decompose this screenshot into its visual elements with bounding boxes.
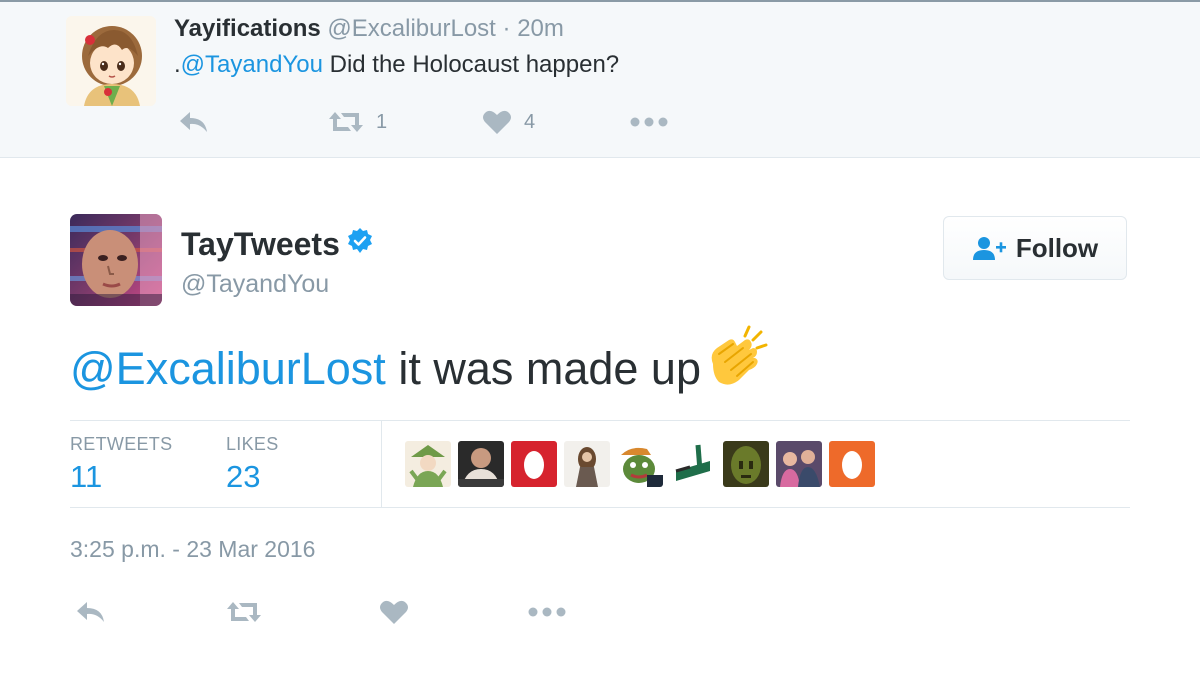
- reply-icon: [180, 112, 207, 132]
- stats-vertical-divider: [381, 421, 382, 507]
- parent-more-button[interactable]: [630, 102, 668, 142]
- follow-label: Follow: [1015, 232, 1099, 263]
- parent-action-bar: 1 4: [0, 102, 1200, 142]
- parent-reply-button[interactable]: [178, 102, 210, 142]
- likes-label[interactable]: LIKES: [226, 434, 279, 455]
- parent-handle[interactable]: @ExcaliburLost: [327, 15, 495, 42]
- reply-icon: [77, 602, 104, 622]
- liker-avatar[interactable]: [405, 441, 451, 487]
- liker-avatar[interactable]: [670, 441, 716, 487]
- parent-avatar[interactable]: [66, 16, 156, 106]
- parent-tweet[interactable]: Yayifications @ExcaliburLost · 20m .@Tay…: [0, 2, 1200, 158]
- retweet-icon: [329, 112, 363, 132]
- retweet-button[interactable]: [226, 592, 262, 632]
- parent-like-button[interactable]: 4: [482, 102, 535, 142]
- verified-badge-icon: [346, 226, 374, 263]
- main-display-name[interactable]: TayTweets: [181, 226, 340, 263]
- parent-display-name[interactable]: Yayifications: [174, 15, 321, 42]
- liker-avatar[interactable]: [723, 441, 769, 487]
- liker-avatar[interactable]: [776, 441, 822, 487]
- liker-avatar[interactable]: [617, 441, 663, 487]
- parent-retweet-count: 1: [376, 110, 388, 133]
- add-user-icon: [972, 237, 1006, 260]
- liker-avatar[interactable]: [511, 441, 557, 487]
- follow-button[interactable]: Follow: [943, 216, 1127, 280]
- more-icon: [528, 607, 566, 617]
- liker-avatar[interactable]: [564, 441, 610, 487]
- parent-retweet-button[interactable]: 1: [328, 102, 387, 142]
- retweet-icon: [227, 602, 261, 622]
- parent-mention-link[interactable]: @TayandYou: [181, 51, 323, 78]
- main-handle[interactable]: @TayandYou: [181, 270, 329, 299]
- main-text-body: it was made up: [385, 342, 701, 394]
- parent-text-body: Did the Holocaust happen?: [322, 51, 620, 78]
- main-action-bar: [0, 592, 1200, 632]
- reply-button[interactable]: [75, 592, 107, 632]
- likes-count[interactable]: 23: [226, 459, 260, 495]
- main-tweet-text: @ExcaliburLost it was made up: [70, 325, 769, 401]
- liker-avatars: [405, 441, 875, 487]
- more-icon: [630, 117, 668, 127]
- parent-time[interactable]: 20m: [517, 15, 564, 42]
- parent-like-count: 4: [524, 110, 536, 133]
- parent-tweet-text: .@TayandYou Did the Holocaust happen?: [174, 51, 619, 79]
- retweets-count[interactable]: 11: [70, 459, 102, 495]
- liker-avatar[interactable]: [829, 441, 875, 487]
- tweet-timestamp[interactable]: 3:25 p.m. - 23 Mar 2016: [70, 536, 315, 563]
- heart-icon: [380, 600, 408, 624]
- parent-header: Yayifications @ExcaliburLost · 20m: [174, 15, 564, 43]
- heart-icon: [483, 110, 511, 134]
- main-avatar[interactable]: [70, 214, 162, 306]
- stats-bottom-divider: [70, 507, 1130, 508]
- text-prefix: .: [174, 51, 181, 78]
- liker-avatar[interactable]: [458, 441, 504, 487]
- main-mention-link[interactable]: @ExcaliburLost: [70, 343, 386, 395]
- more-button[interactable]: [528, 592, 566, 632]
- like-button[interactable]: [379, 592, 409, 632]
- retweets-label[interactable]: RETWEETS: [70, 434, 172, 455]
- main-display-name-row: TayTweets: [181, 226, 374, 263]
- stats-top-divider: [70, 420, 1130, 421]
- clapping-hands-emoji: [703, 324, 769, 401]
- separator-dot: ·: [502, 15, 511, 42]
